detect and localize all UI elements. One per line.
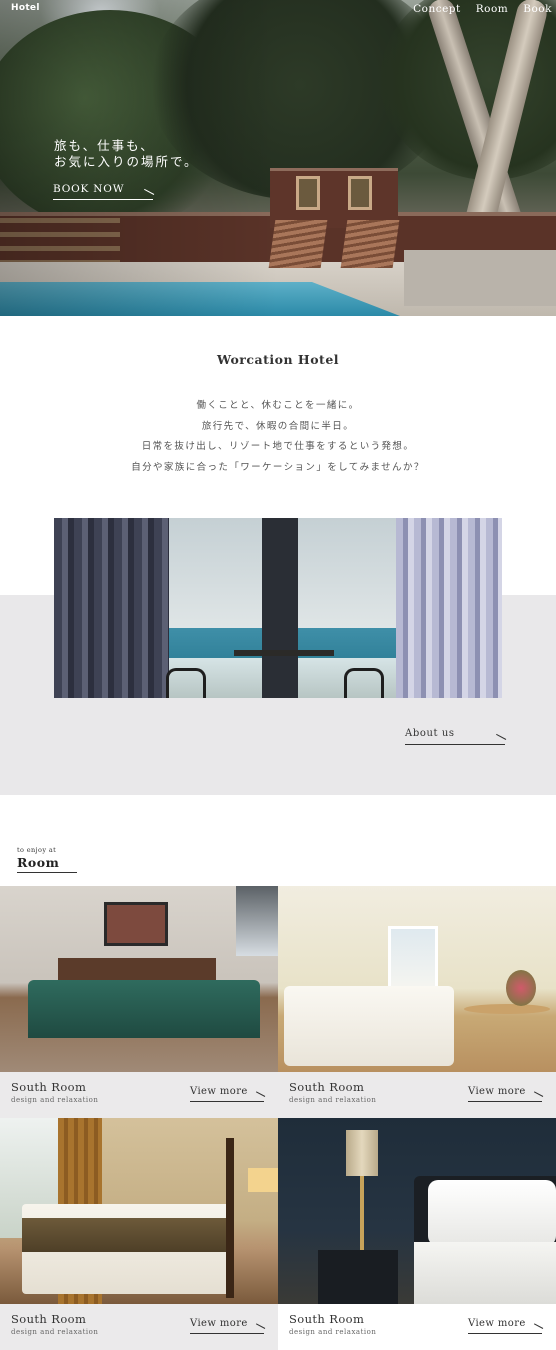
view-more-underline (190, 1101, 264, 1102)
room-kicker: to enjoy at (17, 846, 57, 854)
view-more-label: View more (468, 1086, 526, 1097)
room-heading-underline (17, 872, 77, 873)
ocean-view-image (54, 518, 502, 698)
nav-item-room[interactable]: Room (476, 3, 509, 15)
section-title: Worcation Hotel (216, 352, 340, 367)
nav-item-book[interactable]: Book (523, 3, 552, 15)
room-photo (278, 886, 556, 1072)
view-more-underline (468, 1101, 542, 1102)
room-subtitle: design and relaxation (11, 1096, 99, 1104)
room-subtitle: design and relaxation (11, 1328, 99, 1336)
view-more-link[interactable]: View more (190, 1086, 266, 1102)
hero-tagline-line1: 旅も、仕事も、 (54, 138, 155, 153)
intro-line: 自分や家族に合った「ワーケーション」をしてみませんか？ (131, 461, 425, 473)
room-title: South Room (11, 1312, 87, 1326)
room-card: South Room design and relaxation View mo… (0, 1118, 278, 1350)
arrow-icon (496, 733, 507, 740)
room-title: South Room (289, 1312, 365, 1326)
room-caption: South Room design and relaxation View mo… (278, 1072, 556, 1118)
view-more-label: View more (190, 1086, 248, 1097)
about-us-label: About us (405, 728, 455, 739)
room-title: South Room (11, 1080, 87, 1094)
intro-line: 働くことと、休むことを一緒に。 (196, 400, 360, 411)
view-more-link[interactable]: View more (190, 1318, 266, 1334)
about-us-link[interactable]: About us (405, 728, 507, 746)
main-nav: Concept Room Book (413, 3, 552, 15)
intro-line: 日常を抜け出し、リゾート地で仕事をするという発想。 (141, 441, 415, 452)
room-caption: South Room design and relaxation View mo… (278, 1304, 556, 1350)
arrow-icon (533, 1091, 544, 1097)
intro-line: 旅行先で、休暇の合間に半日。 (201, 420, 355, 432)
nav-item-concept[interactable]: Concept (413, 3, 461, 15)
room-caption: South Room design and relaxation View mo… (0, 1072, 278, 1118)
book-now-label: BOOK NOW (53, 183, 125, 195)
view-more-link[interactable]: View more (468, 1086, 544, 1102)
room-card: South Room design and relaxation View mo… (278, 886, 556, 1118)
room-heading: Room (17, 855, 60, 870)
room-card: South Room design and relaxation View mo… (278, 1118, 556, 1350)
book-now-underline (53, 199, 153, 200)
room-subtitle: design and relaxation (289, 1328, 377, 1336)
room-photo (0, 1118, 278, 1304)
view-more-label: View more (468, 1318, 526, 1329)
room-title: South Room (289, 1080, 365, 1094)
brand-logo[interactable]: Hotel (11, 3, 40, 13)
room-subtitle: design and relaxation (289, 1096, 377, 1104)
view-more-label: View more (190, 1318, 248, 1329)
arrow-icon (144, 188, 155, 195)
hero-tagline: 旅も、仕事も、 お気に入りの場所で。 (54, 138, 199, 170)
room-caption: South Room design and relaxation View mo… (0, 1304, 278, 1350)
hero-tagline-line2: お気に入りの場所で。 (54, 154, 199, 169)
book-now-link[interactable]: BOOK NOW (53, 183, 155, 201)
arrow-icon (255, 1091, 266, 1097)
room-photo (278, 1118, 556, 1304)
about-us-underline (405, 744, 505, 745)
room-card: South Room design and relaxation View mo… (0, 886, 278, 1118)
view-more-link[interactable]: View more (468, 1318, 544, 1334)
view-more-underline (468, 1333, 542, 1334)
arrow-icon (255, 1323, 266, 1329)
arrow-icon (533, 1323, 544, 1329)
intro-paragraph: 働くことと、休むことを一緒に。 旅行先で、休暇の合間に半日。 日常を抜け出し、リ… (0, 396, 556, 478)
room-photo (0, 886, 278, 1072)
view-more-underline (190, 1333, 264, 1334)
